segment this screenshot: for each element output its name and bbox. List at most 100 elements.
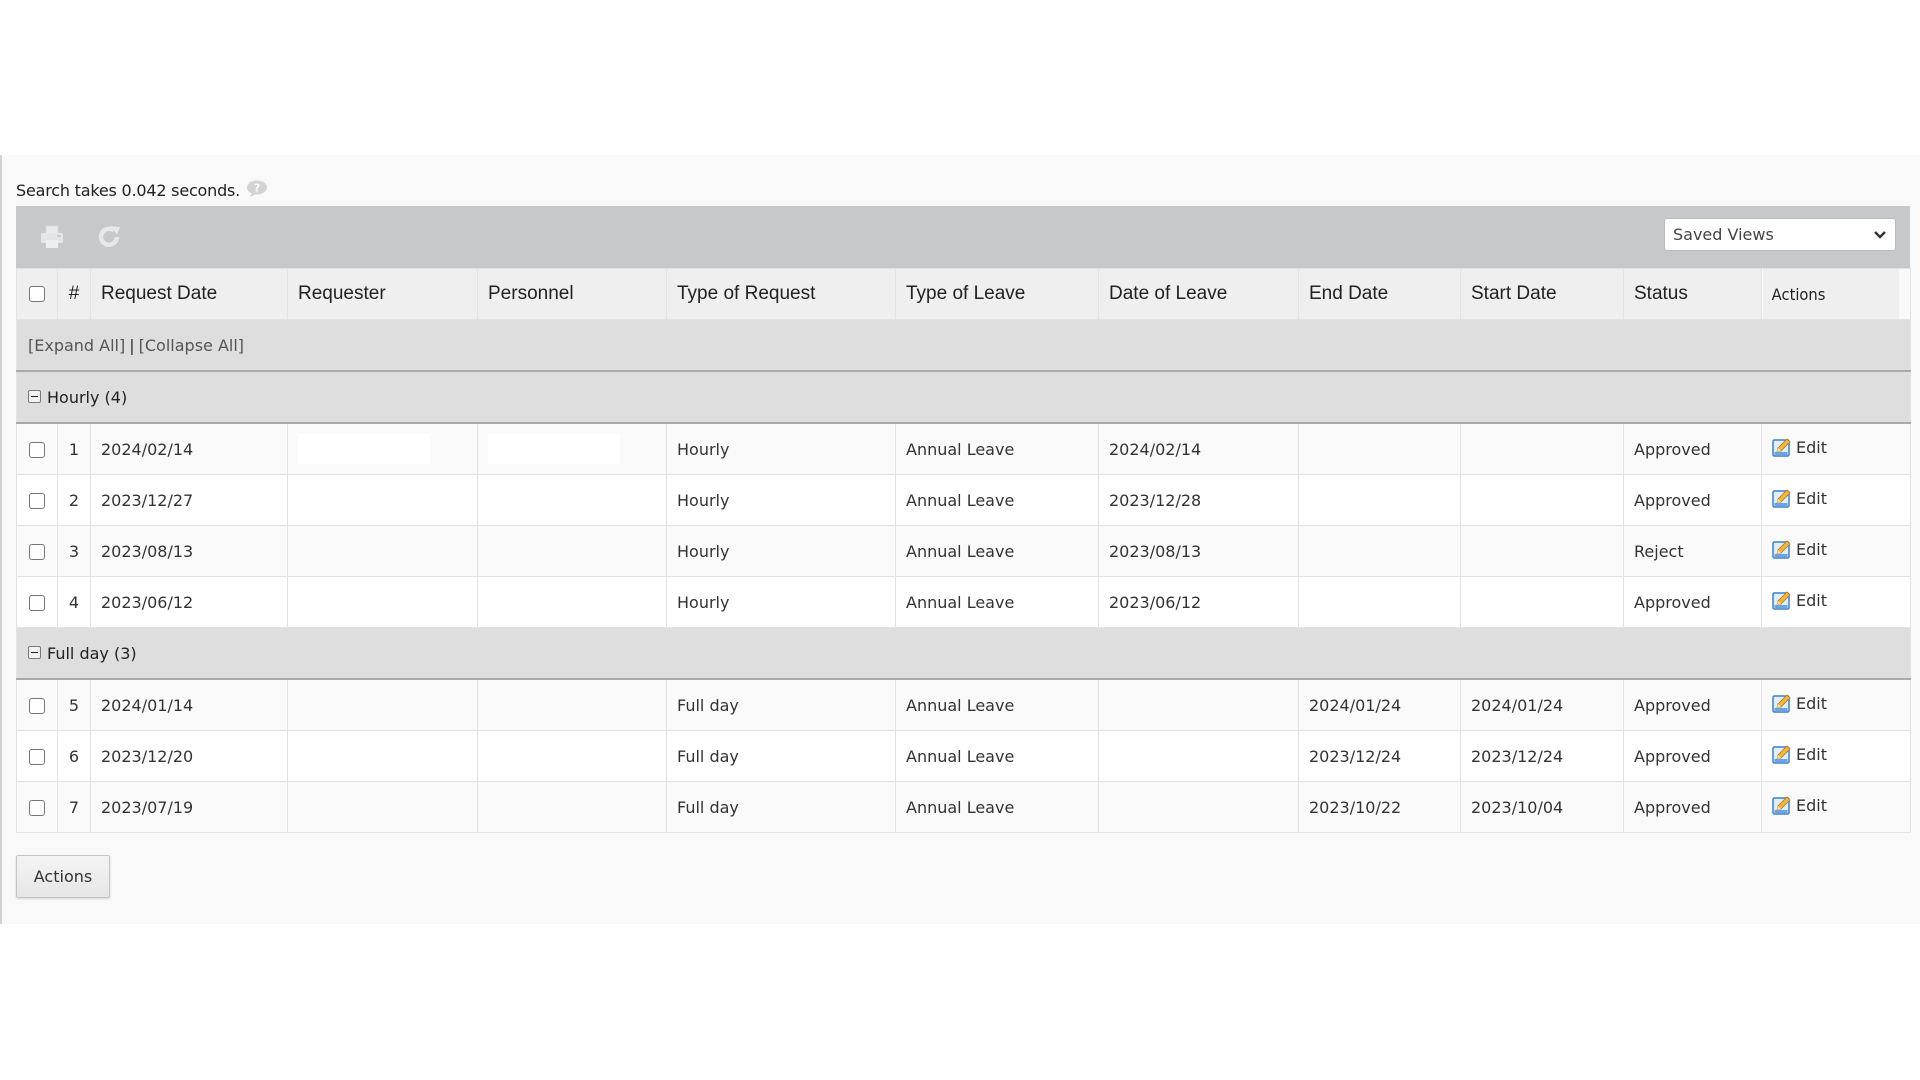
- requester-cell: [287, 781, 478, 833]
- group-label: Hourly (4): [47, 387, 128, 407]
- col-personnel[interactable]: Personnel: [477, 268, 667, 320]
- saved-views-select[interactable]: Saved Views: [1664, 218, 1896, 251]
- table-row: 3 2023/08/13 Hourly Annual Leave 2023/08…: [16, 525, 1911, 577]
- search-time-text: Search takes 0.042 seconds.: [16, 181, 241, 200]
- date-of-leave-cell: [1098, 678, 1299, 731]
- printer-icon[interactable]: [38, 223, 66, 251]
- personnel-cell: [477, 730, 667, 782]
- expand-all-link[interactable]: [Expand All]: [28, 336, 125, 355]
- col-status[interactable]: Status: [1623, 268, 1762, 320]
- col-type-of-leave[interactable]: Type of Leave: [895, 268, 1099, 320]
- col-requester[interactable]: Requester: [287, 268, 478, 320]
- svg-text:?: ?: [254, 182, 260, 195]
- request-date-cell: 2023/12/27: [90, 474, 288, 526]
- row-number: 3: [57, 525, 91, 577]
- actions-cell: Edit: [1761, 678, 1911, 731]
- actions-cell: Edit: [1761, 576, 1911, 628]
- start-date-cell: [1460, 576, 1624, 628]
- row-checkbox[interactable]: [29, 698, 45, 714]
- row-select-cell: [16, 525, 58, 577]
- refresh-icon[interactable]: [95, 223, 123, 251]
- col-request-date[interactable]: Request Date: [90, 268, 288, 320]
- end-date-cell: [1298, 525, 1461, 577]
- search-info: Search takes 0.042 seconds. ?: [16, 180, 268, 200]
- row-checkbox[interactable]: [29, 800, 45, 816]
- row-checkbox[interactable]: [29, 749, 45, 765]
- date-of-leave-cell: [1098, 730, 1299, 782]
- edit-link[interactable]: Edit: [1772, 693, 1827, 713]
- help-bubble-icon[interactable]: ?: [246, 180, 268, 197]
- edit-label: Edit: [1796, 437, 1827, 457]
- col-start-date[interactable]: Start Date: [1460, 268, 1624, 320]
- row-checkbox[interactable]: [29, 595, 45, 611]
- personnel-cell: [477, 525, 667, 577]
- request-date-cell: 2023/12/20: [90, 730, 288, 782]
- type-of-request-cell: Hourly: [666, 576, 896, 628]
- actions-cell: Edit: [1761, 422, 1911, 475]
- end-date-cell: [1298, 474, 1461, 526]
- row-number: 2: [57, 474, 91, 526]
- request-date-cell: 2024/01/14: [90, 678, 288, 731]
- table-row: 1 2024/02/14 Hourly Annual Leave 2024/02…: [16, 422, 1911, 475]
- edit-link[interactable]: Edit: [1772, 795, 1827, 815]
- col-type-of-request[interactable]: Type of Request: [666, 268, 896, 320]
- row-select-cell: [16, 474, 58, 526]
- start-date-cell: 2023/12/24: [1460, 730, 1624, 782]
- requester-cell: [287, 474, 478, 526]
- personnel-cell: [477, 678, 667, 731]
- saved-views-value: Saved Views: [1673, 225, 1774, 244]
- edit-label: Edit: [1796, 744, 1827, 764]
- end-date-cell: 2023/10/22: [1298, 781, 1461, 833]
- edit-link[interactable]: Edit: [1772, 488, 1827, 508]
- edit-pencil-icon: [1772, 694, 1791, 713]
- row-checkbox[interactable]: [29, 544, 45, 560]
- header-row: # Request Date Requester Personnel Type …: [16, 268, 1911, 320]
- group-header-row[interactable]: Hourly (4): [16, 370, 1911, 424]
- personnel-cell: [477, 474, 667, 526]
- type-of-request-cell: Hourly: [666, 474, 896, 526]
- request-date-cell: 2023/08/13: [90, 525, 288, 577]
- type-of-leave-cell: Annual Leave: [895, 678, 1099, 731]
- actions-cell: Edit: [1761, 781, 1911, 833]
- collapse-group-icon[interactable]: [28, 645, 41, 659]
- start-date-cell: [1460, 474, 1624, 526]
- col-date-of-leave[interactable]: Date of Leave: [1098, 268, 1299, 320]
- select-all-cell: [16, 268, 58, 320]
- row-checkbox[interactable]: [29, 493, 45, 509]
- edit-pencil-icon: [1772, 540, 1791, 559]
- date-of-leave-cell: 2024/02/14: [1098, 422, 1299, 475]
- status-cell: Approved: [1623, 678, 1762, 731]
- col-number[interactable]: #: [57, 268, 91, 320]
- actions-button[interactable]: Actions: [16, 855, 110, 898]
- actions-cell: Edit: [1761, 730, 1911, 782]
- request-date-cell: 2024/02/14: [90, 422, 288, 475]
- redacted-personnel: [488, 434, 620, 464]
- requester-cell: [287, 422, 478, 475]
- collapse-all-link[interactable]: [Collapse All]: [139, 336, 244, 355]
- select-all-checkbox[interactable]: [29, 285, 45, 302]
- edit-link[interactable]: Edit: [1772, 590, 1827, 610]
- end-date-cell: [1298, 576, 1461, 628]
- collapse-group-icon[interactable]: [28, 389, 41, 403]
- request-date-cell: 2023/06/12: [90, 576, 288, 628]
- redacted-requester: [298, 434, 430, 464]
- col-end-date[interactable]: End Date: [1298, 268, 1461, 320]
- edit-label: Edit: [1796, 488, 1827, 508]
- status-cell: Approved: [1623, 474, 1762, 526]
- edit-link[interactable]: Edit: [1772, 437, 1827, 457]
- end-date-cell: [1298, 422, 1461, 475]
- table-row: 2 2023/12/27 Hourly Annual Leave 2023/12…: [16, 474, 1911, 526]
- expand-collapse-row: [Expand All] | [Collapse All]: [16, 319, 1911, 372]
- row-number: 7: [57, 781, 91, 833]
- end-date-cell: 2023/12/24: [1298, 730, 1461, 782]
- row-select-cell: [16, 422, 58, 475]
- type-of-leave-cell: Annual Leave: [895, 781, 1099, 833]
- type-of-request-cell: Hourly: [666, 422, 896, 475]
- row-number: 4: [57, 576, 91, 628]
- edit-pencil-icon: [1772, 745, 1791, 764]
- group-header-row[interactable]: Full day (3): [16, 627, 1911, 680]
- edit-pencil-icon: [1772, 591, 1791, 610]
- row-checkbox[interactable]: [29, 442, 45, 458]
- edit-link[interactable]: Edit: [1772, 744, 1827, 764]
- edit-link[interactable]: Edit: [1772, 539, 1827, 559]
